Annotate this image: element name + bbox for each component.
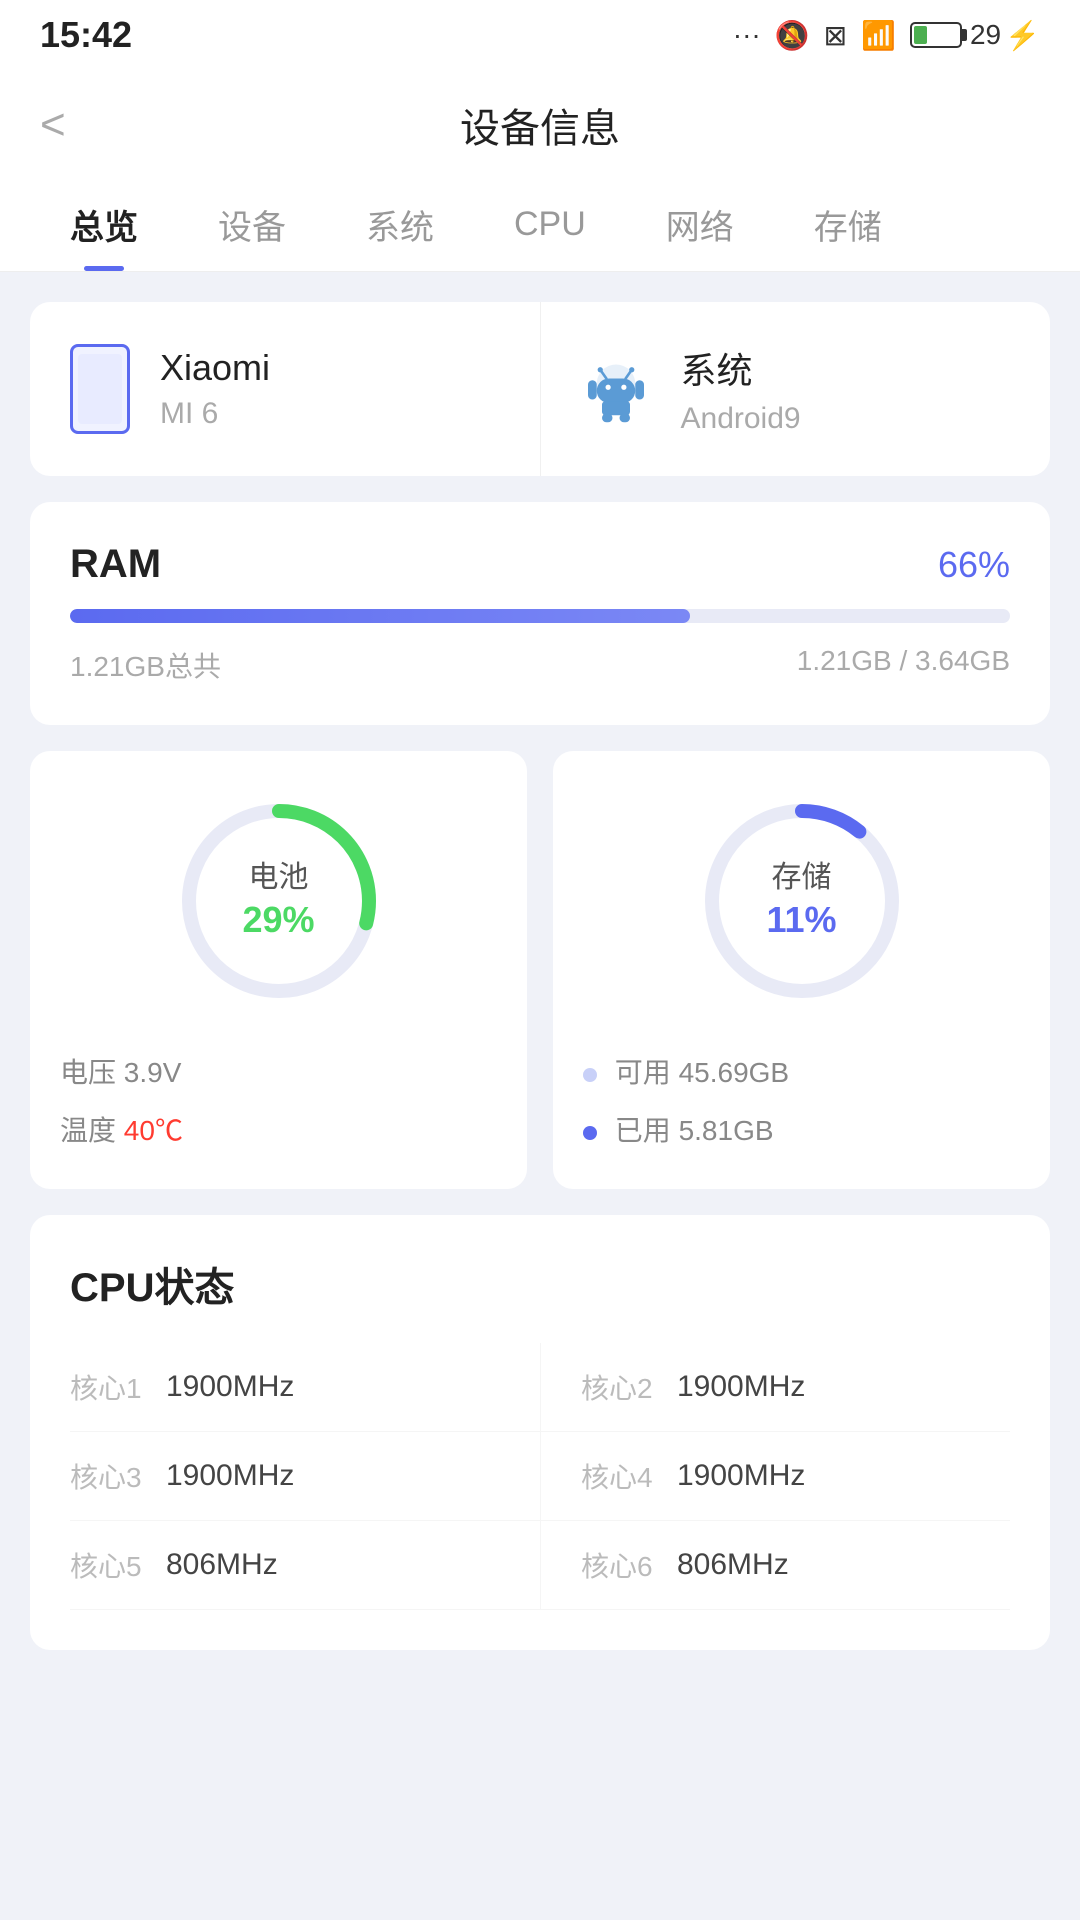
table-row: 核心1 1900MHz: [70, 1343, 540, 1432]
battery-fill: [914, 26, 927, 44]
core5-val: 806MHz: [166, 1548, 278, 1582]
ram-footer: 1.21GB总共 1.21GB / 3.64GB: [70, 645, 1010, 685]
core2-label: 核心2: [581, 1367, 661, 1407]
core6-val: 806MHz: [677, 1548, 789, 1582]
phone-name: Xiaomi: [160, 347, 270, 389]
core5-label: 核心5: [70, 1545, 150, 1585]
battery-details: 电压 3.9V 温度 40℃: [60, 1051, 497, 1149]
core3-val: 1900MHz: [166, 1459, 294, 1493]
status-icons: ··· 🔕 ⊠ 📶 29 ⚡: [733, 19, 1040, 52]
storage-pct: 11%: [766, 897, 836, 944]
battery-pct: 29%: [242, 897, 314, 944]
page-title: 设备信息: [460, 96, 620, 154]
close-icon: ⊠: [824, 19, 847, 52]
storage-donut: 存储 11%: [692, 791, 912, 1011]
phone-icon: [70, 344, 130, 434]
core4-label: 核心4: [581, 1456, 661, 1496]
tab-overview[interactable]: 总览: [30, 180, 178, 271]
ram-header: RAM 66%: [70, 542, 1010, 587]
status-time: 15:42: [40, 14, 132, 56]
storage-details: 可用 45.69GB 已用 5.81GB: [583, 1051, 1020, 1149]
table-row: 核心2 1900MHz: [540, 1343, 1010, 1432]
battery-box: [910, 22, 962, 48]
battery-level: 29: [970, 19, 1001, 51]
battery-card: 电池 29% 电压 3.9V 温度 40℃: [30, 751, 527, 1189]
core6-label: 核心6: [581, 1545, 661, 1585]
battery-container: 29 ⚡: [910, 19, 1040, 52]
storage-available: 可用 45.69GB: [583, 1051, 1020, 1091]
android-icon: [581, 354, 651, 424]
ram-progress-bar: [70, 609, 1010, 623]
back-button[interactable]: <: [40, 100, 66, 150]
status-bar: 15:42 ··· 🔕 ⊠ 📶 29 ⚡: [0, 0, 1080, 70]
core4-val: 1900MHz: [677, 1459, 805, 1493]
table-row: 核心4 1900MHz: [540, 1432, 1010, 1521]
cpu-grid: 核心1 1900MHz 核心2 1900MHz 核心3 1900MHz 核心4 …: [70, 1343, 1010, 1610]
tab-bar: 总览 设备 系统 CPU 网络 存储: [0, 180, 1080, 272]
cpu-card: CPU状态 核心1 1900MHz 核心2 1900MHz 核心3 1900MH…: [30, 1215, 1050, 1650]
used-dot: [583, 1126, 597, 1140]
ram-usage: 1.21GB / 3.64GB: [797, 645, 1010, 685]
battery-center: 电池 29%: [242, 858, 314, 944]
table-row: 核心3 1900MHz: [70, 1432, 540, 1521]
charging-icon: ⚡: [1005, 19, 1040, 52]
ram-total: 1.21GB总共: [70, 645, 221, 685]
os-name: Android9: [681, 402, 801, 436]
battery-voltage: 电压 3.9V: [60, 1051, 497, 1091]
core2-val: 1900MHz: [677, 1370, 805, 1404]
storage-center: 存储 11%: [766, 858, 836, 944]
ram-progress-fill: [70, 609, 690, 623]
tab-system[interactable]: 系统: [326, 180, 474, 271]
storage-title: 存储: [766, 858, 836, 897]
tab-storage[interactable]: 存储: [774, 180, 922, 271]
tab-device[interactable]: 设备: [178, 180, 326, 271]
ram-label: RAM: [70, 542, 161, 587]
available-dot: [583, 1068, 597, 1082]
phone-info: Xiaomi MI 6: [30, 302, 540, 476]
wifi-icon: 📶: [861, 19, 896, 52]
table-row: 核心5 806MHz: [70, 1521, 540, 1610]
storage-card: 存储 11% 可用 45.69GB 已用 5.81GB: [553, 751, 1050, 1189]
signal-icon: ···: [733, 19, 761, 51]
storage-used: 已用 5.81GB: [583, 1109, 1020, 1149]
tab-network[interactable]: 网络: [626, 180, 774, 271]
main-content: Xiaomi MI 6: [0, 272, 1080, 1680]
core3-label: 核心3: [70, 1456, 150, 1496]
header: < 设备信息: [0, 70, 1080, 180]
os-label: 系统: [681, 342, 801, 394]
device-card: Xiaomi MI 6: [30, 302, 1050, 476]
battery-title: 电池: [242, 858, 314, 897]
battery-donut: 电池 29%: [169, 791, 389, 1011]
os-info: 系统 Android9: [540, 302, 1051, 476]
cpu-title: CPU状态: [70, 1255, 1010, 1313]
ram-percent: 66%: [938, 544, 1010, 586]
mute-icon: 🔕: [775, 19, 810, 52]
phone-details: Xiaomi MI 6: [160, 347, 270, 431]
core1-val: 1900MHz: [166, 1370, 294, 1404]
os-details: 系统 Android9: [681, 342, 801, 436]
tab-cpu[interactable]: CPU: [474, 185, 626, 266]
table-row: 核心6 806MHz: [540, 1521, 1010, 1610]
battery-storage-row: 电池 29% 电压 3.9V 温度 40℃: [30, 751, 1050, 1189]
battery-temp: 温度 40℃: [60, 1109, 497, 1149]
phone-model: MI 6: [160, 397, 270, 431]
core1-label: 核心1: [70, 1367, 150, 1407]
ram-card: RAM 66% 1.21GB总共 1.21GB / 3.64GB: [30, 502, 1050, 725]
